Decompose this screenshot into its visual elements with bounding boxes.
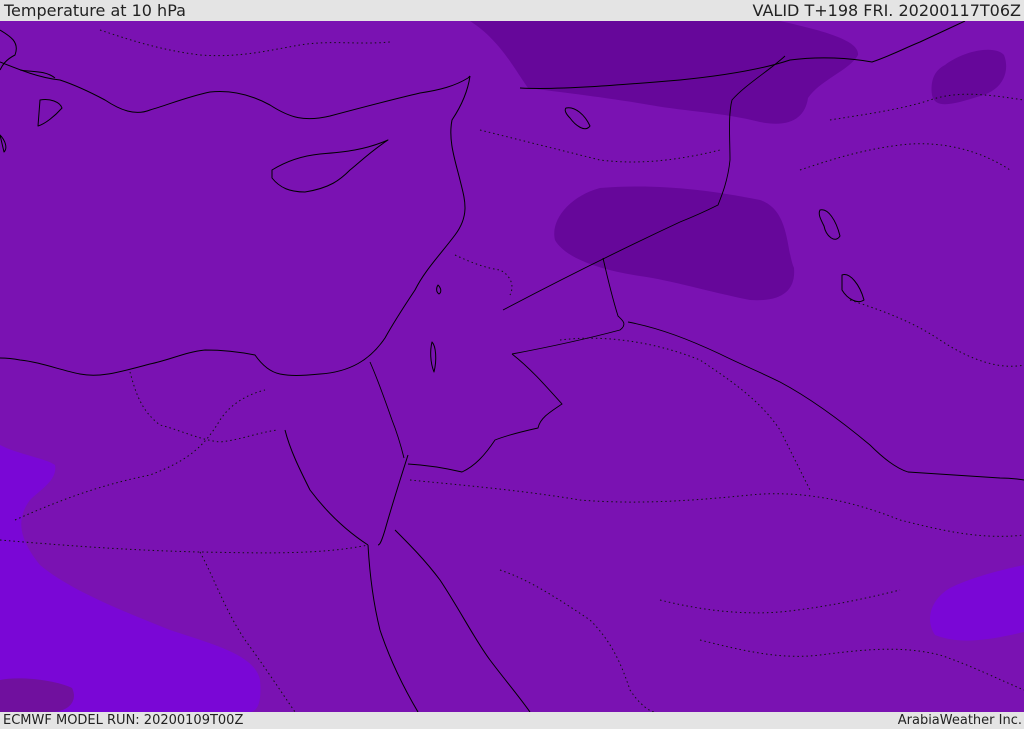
map-panel[interactable] [0,21,1024,712]
model-run-label: ECMWF MODEL RUN: 20200109T00Z [3,713,244,728]
base-temperature-field [0,21,1024,712]
valid-time-label: VALID T+198 FRI. 20200117T06Z [752,1,1021,20]
top-bar: Temperature at 10 hPa VALID T+198 FRI. 2… [0,0,1024,21]
bottom-bar: ECMWF MODEL RUN: 20200109T00Z ArabiaWeat… [0,712,1024,729]
map-title: Temperature at 10 hPa [4,1,186,20]
credit-label: ArabiaWeather Inc. [897,713,1022,728]
temperature-map[interactable] [0,21,1024,712]
